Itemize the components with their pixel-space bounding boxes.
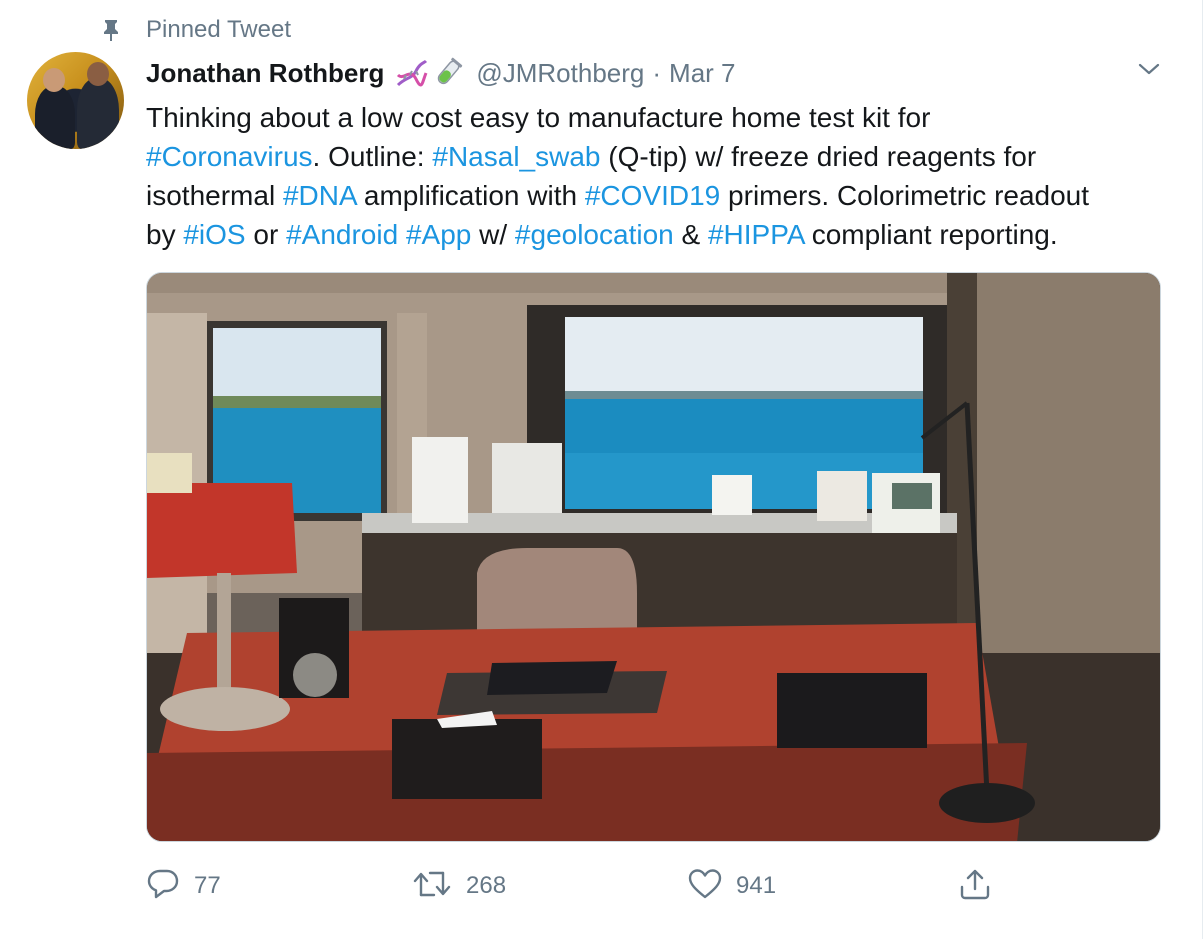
tweet-text-segment	[398, 219, 406, 250]
like-button[interactable]: 941	[688, 866, 776, 906]
tweet-actions: 77 268 941	[146, 866, 1006, 906]
pin-icon	[100, 19, 122, 41]
tweet-text-line: #Coronavirus. Outline: #Nasal_swab (Q-ti…	[146, 137, 1176, 176]
reply-count: 77	[194, 872, 221, 899]
tweet-text-segment: (Q-tip) w/ freeze dried reagents for	[600, 141, 1037, 172]
tweet-photo[interactable]	[146, 272, 1161, 842]
dna-emoji-icon	[394, 57, 430, 89]
author-name[interactable]: Jonathan Rothberg	[146, 58, 384, 89]
avatar[interactable]	[27, 52, 124, 149]
share-icon	[958, 867, 992, 906]
like-count: 941	[736, 872, 777, 899]
share-button[interactable]	[958, 866, 992, 906]
retweet-button[interactable]: 268	[412, 866, 506, 906]
author-handle[interactable]: @JMRothberg	[476, 58, 644, 89]
pinned-tweet-indicator: Pinned Tweet	[100, 14, 291, 46]
retweet-icon	[412, 869, 452, 904]
reply-icon	[146, 868, 180, 905]
tweet-text-segment: &	[673, 219, 708, 250]
hashtag-link[interactable]: #Nasal_swab	[432, 141, 600, 172]
tweet-date[interactable]: Mar 7	[669, 58, 735, 89]
hashtag-link[interactable]: #HIPPA	[708, 219, 804, 250]
tweet-text-segment: primers. Colorimetric readout	[720, 180, 1090, 211]
tweet-text-segment: . Outline:	[312, 141, 433, 172]
tweet-text-segment: compliant reporting.	[803, 219, 1058, 250]
heart-icon	[688, 868, 722, 905]
tweet-text-segment: by	[146, 219, 184, 250]
hashtag-link[interactable]: #geolocation	[515, 219, 674, 250]
hashtag-link[interactable]: #iOS	[183, 219, 245, 250]
separator-dot: ·	[652, 57, 662, 88]
retweet-count: 268	[466, 872, 507, 899]
tweet-text-segment: or	[245, 219, 287, 250]
tweet-text-segment: w/	[471, 219, 515, 250]
more-options-button[interactable]	[1136, 58, 1162, 84]
test-tube-emoji-icon	[432, 57, 464, 89]
tweet-text-line: isothermal #DNA amplification with #COVI…	[146, 176, 1176, 215]
tweet-text-line: Thinking about a low cost easy to manufa…	[146, 98, 1176, 137]
pinned-tweet-label: Pinned Tweet	[146, 16, 291, 43]
tweet-text-segment: amplification with	[356, 180, 585, 211]
tweet-text-segment: Thinking about a low cost easy to manufa…	[146, 102, 931, 133]
hashtag-link[interactable]: #COVID19	[585, 180, 720, 211]
tweet-header: Jonathan Rothberg @JMRothberg · Mar 7	[146, 55, 736, 91]
reply-button[interactable]: 77	[146, 866, 221, 906]
hashtag-link[interactable]: #DNA	[283, 180, 356, 211]
hashtag-link[interactable]: #App	[406, 219, 471, 250]
chevron-down-icon	[1138, 62, 1160, 81]
tweet-text: Thinking about a low cost easy to manufa…	[146, 98, 1176, 254]
hashtag-link[interactable]: #Coronavirus	[146, 141, 313, 172]
tweet-text-segment: isothermal	[146, 180, 283, 211]
hashtag-link[interactable]: #Android	[286, 219, 398, 250]
tweet-text-line: by #iOS or #Android #App w/ #geolocation…	[146, 215, 1176, 254]
